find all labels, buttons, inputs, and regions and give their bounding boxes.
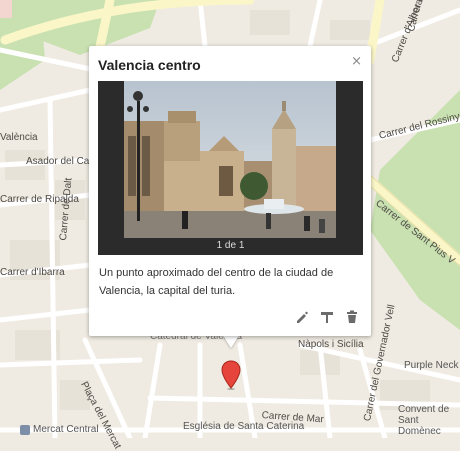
close-icon[interactable]: × bbox=[351, 54, 362, 69]
photo-viewer[interactable]: 1 de 1 bbox=[98, 81, 363, 255]
map-pin-icon[interactable] bbox=[221, 360, 241, 390]
street-label: València bbox=[0, 132, 38, 143]
hospital-area bbox=[0, 0, 12, 18]
info-window: Valencia centro × 1 de 1 Un punto aproxi… bbox=[89, 46, 371, 336]
poi-mercat-central[interactable]: Mercat Central bbox=[20, 424, 99, 435]
photo-counter: 1 de 1 bbox=[216, 240, 245, 251]
street-label: Carrer d'Ibarra bbox=[0, 267, 65, 278]
paint-style-icon[interactable] bbox=[320, 310, 334, 324]
trash-icon[interactable] bbox=[345, 310, 359, 324]
place-photo[interactable] bbox=[124, 81, 336, 238]
poi-label: Convent de Sant Domènec bbox=[398, 404, 450, 437]
place-description: Un punto aproximado del centro de la ciu… bbox=[99, 267, 334, 297]
poi-purple-neck[interactable]: Purple Neck bbox=[404, 360, 458, 371]
popup-toolbar bbox=[295, 310, 359, 324]
street-label: Nàpols i Sicília bbox=[298, 339, 364, 350]
poi-label: Mercat Central bbox=[33, 424, 99, 435]
poi-convent-sant-domenec[interactable]: Convent de Sant Domènec bbox=[398, 404, 458, 437]
popup-pointer bbox=[222, 334, 240, 348]
place-title: Valencia centro bbox=[98, 57, 201, 73]
poi-label: Purple Neck bbox=[404, 360, 459, 371]
building-icon bbox=[20, 424, 30, 435]
pencil-icon[interactable] bbox=[295, 310, 309, 324]
